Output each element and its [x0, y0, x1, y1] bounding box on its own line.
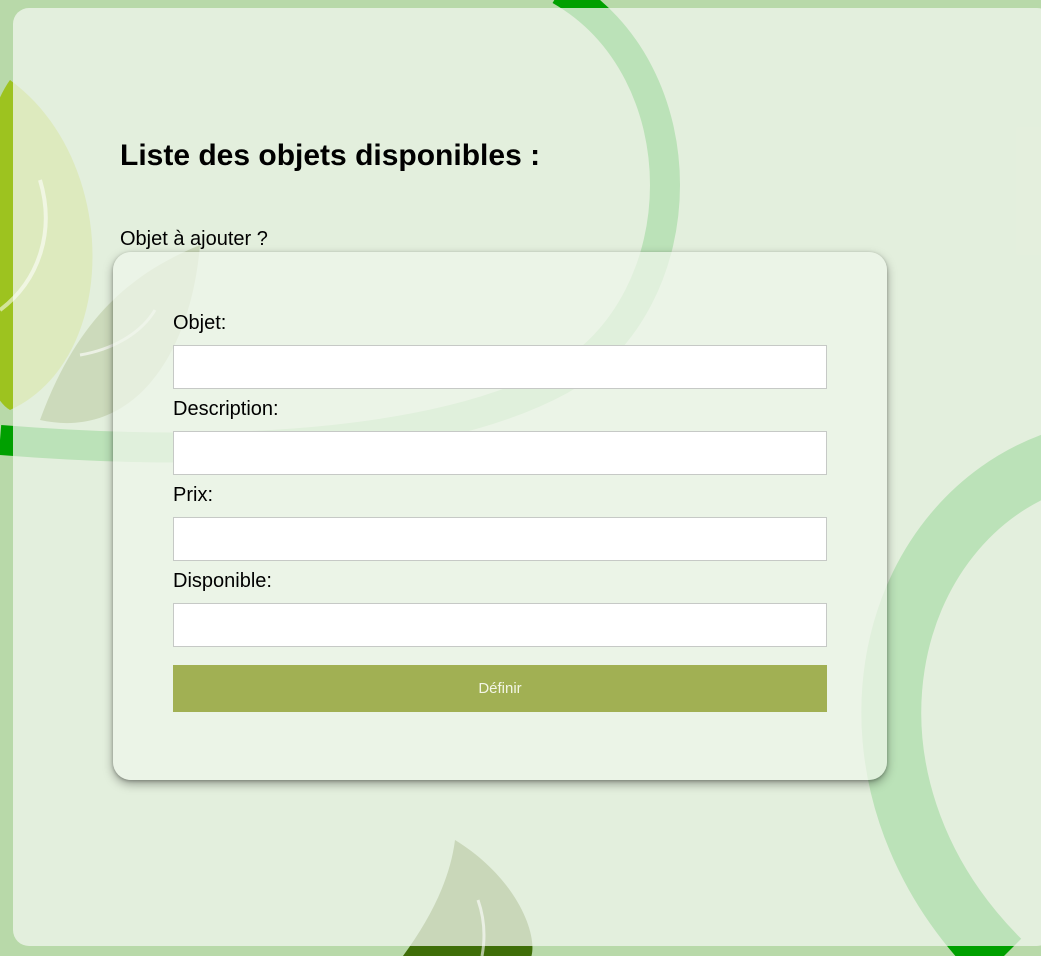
object-label: Objet:: [173, 312, 227, 334]
available-label: Disponible:: [173, 570, 272, 592]
description-input[interactable]: [173, 431, 827, 475]
add-object-heading: Objet à ajouter ?: [120, 228, 268, 250]
price-input[interactable]: [173, 517, 827, 561]
add-object-form: Objet: Description: Prix: Disponible: Dé…: [113, 252, 887, 780]
define-button[interactable]: Définir: [173, 665, 827, 712]
object-input[interactable]: [173, 345, 827, 389]
price-label: Prix:: [173, 484, 213, 506]
leaf-vein-decoration: [0, 179, 48, 312]
available-input[interactable]: [173, 603, 827, 647]
page-title: Liste des objets disponibles :: [120, 139, 541, 172]
description-label: Description:: [173, 398, 279, 420]
leaf-bottom-vein-decoration: [476, 899, 486, 956]
